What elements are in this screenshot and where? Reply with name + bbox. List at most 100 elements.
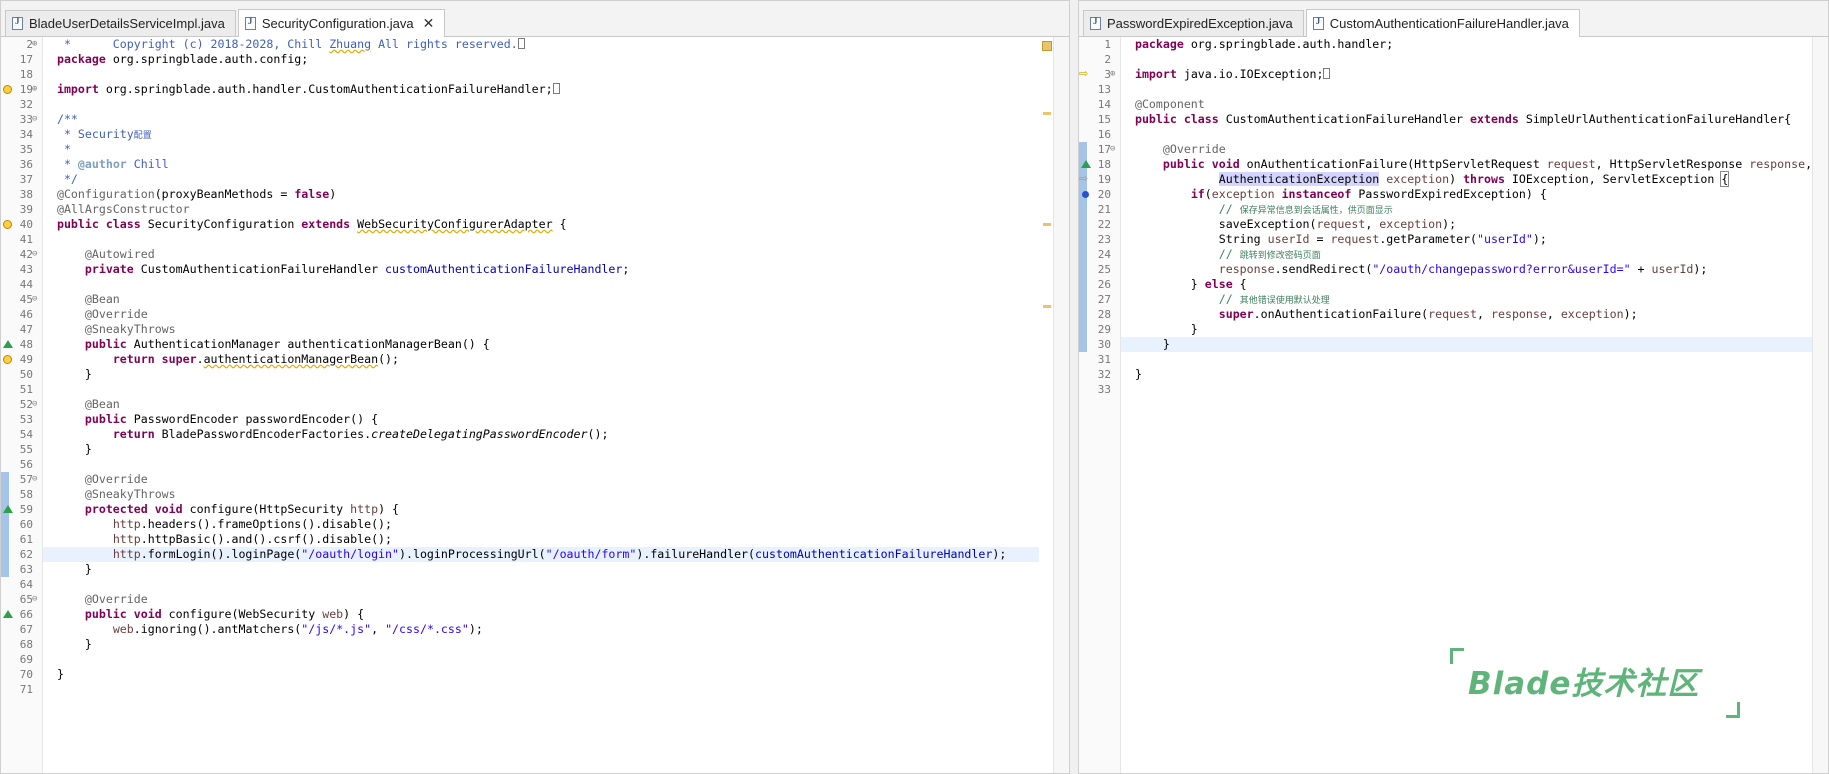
left-code-area[interactable]: * Copyright (c) 2018-2028, Chill Zhuang … bbox=[43, 37, 1039, 773]
code-line[interactable]: public PasswordEncoder passwordEncoder()… bbox=[43, 412, 1039, 427]
collapse-fold-icon[interactable]: ⊖ bbox=[32, 397, 37, 412]
code-line[interactable]: @Override bbox=[43, 592, 1039, 607]
code-line[interactable]: // 其他错误使用默认处理 bbox=[1121, 292, 1818, 307]
code-line[interactable] bbox=[1121, 352, 1818, 367]
code-line[interactable]: import org.springblade.auth.handler.Cust… bbox=[43, 82, 1039, 97]
code-line[interactable]: @Override bbox=[43, 472, 1039, 487]
right-vertical-scrollbar[interactable] bbox=[1812, 37, 1828, 773]
expand-fold-icon[interactable]: ⊕ bbox=[1110, 67, 1115, 82]
code-line[interactable]: web.ignoring().antMatchers("/js/*.js", "… bbox=[43, 622, 1039, 637]
warning-arrow-icon[interactable]: ⇨ bbox=[1079, 172, 1091, 185]
code-line[interactable]: } bbox=[43, 637, 1039, 652]
folded-code-marker[interactable] bbox=[552, 83, 560, 94]
code-line[interactable]: protected void configure(HttpSecurity ht… bbox=[43, 502, 1039, 517]
collapse-fold-icon[interactable]: ⊖ bbox=[32, 292, 37, 307]
code-line[interactable]: response.sendRedirect("/oauth/changepass… bbox=[1121, 262, 1818, 277]
quick-fix-bulb-icon[interactable] bbox=[3, 85, 12, 94]
collapse-fold-icon[interactable]: ⊖ bbox=[32, 247, 37, 262]
code-line[interactable]: @Component bbox=[1121, 97, 1818, 112]
code-line[interactable] bbox=[43, 67, 1039, 82]
code-line[interactable] bbox=[43, 577, 1039, 592]
override-triangle-icon[interactable] bbox=[3, 505, 13, 513]
overview-warning-marker[interactable] bbox=[1043, 305, 1051, 308]
code-line[interactable] bbox=[43, 457, 1039, 472]
tab-blade-user-details-service-impl[interactable]: BladeUserDetailsServiceImpl.java bbox=[5, 10, 236, 36]
code-line[interactable]: @AllArgsConstructor bbox=[43, 202, 1039, 217]
code-line[interactable]: @Configuration(proxyBeanMethods = false) bbox=[43, 187, 1039, 202]
code-line[interactable]: } bbox=[43, 367, 1039, 382]
code-line[interactable]: // 跳转到修改密码页面 bbox=[1121, 247, 1818, 262]
code-line[interactable] bbox=[1121, 127, 1818, 142]
tab-custom-authentication-failure-handler[interactable]: CustomAuthenticationFailureHandler.java bbox=[1305, 9, 1580, 37]
code-line[interactable]: * bbox=[43, 142, 1039, 157]
collapse-fold-icon[interactable]: ⊖ bbox=[1110, 142, 1115, 157]
code-line[interactable]: @Bean bbox=[43, 292, 1039, 307]
code-line[interactable]: import java.io.IOException; bbox=[1121, 67, 1818, 82]
tab-security-configuration[interactable]: SecurityConfiguration.java ✕ bbox=[237, 9, 446, 37]
collapse-fold-icon[interactable]: ⊖ bbox=[32, 592, 37, 607]
overview-warning-summary-icon[interactable] bbox=[1042, 41, 1052, 51]
code-line[interactable] bbox=[43, 97, 1039, 112]
code-line[interactable]: * Copyright (c) 2018-2028, Chill Zhuang … bbox=[43, 37, 1039, 52]
code-line[interactable]: * Security配置 bbox=[43, 127, 1039, 142]
left-vertical-scrollbar[interactable] bbox=[1053, 37, 1069, 773]
code-line[interactable] bbox=[1121, 52, 1818, 67]
overview-warning-marker[interactable] bbox=[1043, 112, 1051, 115]
code-line[interactable]: public class SecurityConfiguration exten… bbox=[43, 217, 1039, 232]
code-line[interactable]: } bbox=[1121, 367, 1818, 382]
code-line[interactable]: } bbox=[43, 562, 1039, 577]
code-line[interactable]: saveException(request, exception); bbox=[1121, 217, 1818, 232]
code-line[interactable] bbox=[43, 277, 1039, 292]
left-code-editor[interactable]: 2 ⊕ 17 18 19 ⊕ 32 33 ⊖ 34 35 36 37 38 39 40 41 42 ⊖ 43 44 45 ⊖… bbox=[1, 37, 1069, 773]
code-line[interactable]: @Autowired bbox=[43, 247, 1039, 262]
quick-fix-bulb-icon[interactable] bbox=[3, 220, 12, 229]
code-line[interactable]: private CustomAuthenticationFailureHandl… bbox=[43, 262, 1039, 277]
code-line[interactable]: public AuthenticationManager authenticat… bbox=[43, 337, 1039, 352]
code-line[interactable]: public void configure(WebSecurity web) { bbox=[43, 607, 1039, 622]
code-line[interactable]: return BladePasswordEncoderFactories.cre… bbox=[43, 427, 1039, 442]
close-icon[interactable]: ✕ bbox=[423, 15, 435, 32]
code-line[interactable]: if(exception instanceof PasswordExpiredE… bbox=[1121, 187, 1818, 202]
left-overview-ruler[interactable] bbox=[1041, 37, 1053, 773]
code-line[interactable]: @SneakyThrows bbox=[43, 487, 1039, 502]
code-line[interactable]: @Bean bbox=[43, 397, 1039, 412]
code-line[interactable]: package org.springblade.auth.handler; bbox=[1121, 37, 1818, 52]
code-line[interactable] bbox=[43, 652, 1039, 667]
expand-fold-icon[interactable]: ⊕ bbox=[32, 82, 37, 97]
code-line[interactable] bbox=[1121, 382, 1818, 397]
code-line[interactable]: AuthenticationException exception) throw… bbox=[1121, 171, 1818, 187]
code-line[interactable]: public void onAuthenticationFailure(Http… bbox=[1121, 157, 1818, 172]
overview-warning-marker[interactable] bbox=[1043, 223, 1051, 226]
code-line[interactable]: String userId = request.getParameter("us… bbox=[1121, 232, 1818, 247]
code-line[interactable] bbox=[43, 232, 1039, 247]
override-triangle-icon[interactable] bbox=[3, 610, 13, 618]
folded-code-marker[interactable] bbox=[1323, 68, 1331, 79]
code-line[interactable]: } bbox=[43, 442, 1039, 457]
expand-fold-icon[interactable]: ⊕ bbox=[32, 37, 37, 52]
code-line[interactable]: * @author Chill bbox=[43, 157, 1039, 172]
override-triangle-icon[interactable] bbox=[3, 340, 13, 348]
override-triangle-icon[interactable] bbox=[1081, 160, 1091, 168]
code-line[interactable]: } else { bbox=[1121, 277, 1818, 292]
code-line[interactable]: */ bbox=[43, 172, 1039, 187]
code-line[interactable]: http.headers().frameOptions().disable(); bbox=[43, 517, 1039, 532]
code-line[interactable] bbox=[1121, 82, 1818, 97]
breakpoint-dot-icon[interactable] bbox=[1082, 191, 1089, 198]
code-line[interactable]: return super.authenticationManagerBean()… bbox=[43, 352, 1039, 367]
code-line[interactable]: http.httpBasic().and().csrf().disable(); bbox=[43, 532, 1039, 547]
tab-password-expired-exception[interactable]: PasswordExpiredException.java bbox=[1083, 10, 1304, 36]
code-line[interactable]: http.formLogin().loginPage("/oauth/login… bbox=[43, 547, 1039, 562]
code-line[interactable]: public class CustomAuthenticationFailure… bbox=[1121, 112, 1818, 127]
code-line[interactable]: @SneakyThrows bbox=[43, 322, 1039, 337]
collapse-fold-icon[interactable]: ⊖ bbox=[32, 472, 37, 487]
quick-fix-bulb-icon[interactable] bbox=[3, 355, 12, 364]
code-line[interactable]: } bbox=[1121, 337, 1818, 352]
warning-arrow-icon[interactable]: ⇨ bbox=[1079, 67, 1091, 80]
code-line[interactable]: } bbox=[43, 667, 1039, 682]
code-line[interactable]: /** bbox=[43, 112, 1039, 127]
collapse-fold-icon[interactable]: ⊖ bbox=[32, 112, 37, 127]
code-line[interactable]: } bbox=[1121, 322, 1818, 337]
code-line[interactable] bbox=[43, 382, 1039, 397]
code-line[interactable]: super.onAuthenticationFailure(request, r… bbox=[1121, 307, 1818, 322]
code-line[interactable] bbox=[43, 682, 1039, 697]
